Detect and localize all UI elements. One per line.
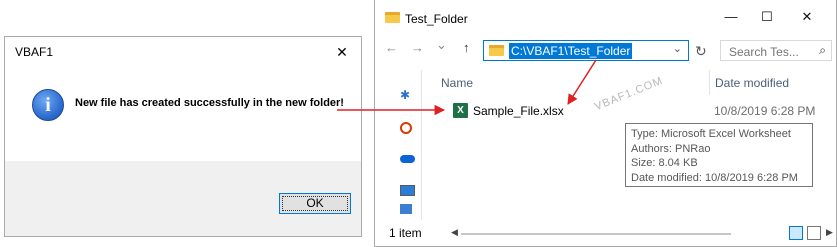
- ok-button[interactable]: OK: [279, 193, 351, 214]
- tooltip-size: Size: 8.04 KB: [631, 157, 698, 169]
- this-pc-icon[interactable]: [400, 185, 415, 196]
- folder-icon: [489, 45, 504, 56]
- file-row[interactable]: X Sample_File.xlsx 10/8/2019 6:28 PM: [451, 100, 836, 122]
- minimize-button[interactable]: —: [711, 4, 751, 30]
- scroll-right-icon[interactable]: ▶: [826, 227, 833, 238]
- forward-button[interactable]: →: [411, 40, 424, 55]
- message-box-titlebar: VBAF1 ✕: [5, 37, 361, 67]
- column-divider[interactable]: [709, 70, 710, 95]
- network-icon[interactable]: [400, 204, 412, 214]
- search-icon: ⌕: [819, 43, 826, 57]
- file-info-tooltip: Type: Microsoft Excel Worksheet Authors:…: [625, 123, 813, 187]
- message-box-footer: OK: [5, 161, 361, 236]
- tooltip-type: Type: Microsoft Excel Worksheet: [631, 128, 791, 140]
- large-icons-view-icon[interactable]: [807, 226, 821, 240]
- message-text: New file has created successfully in the…: [75, 97, 344, 109]
- close-icon[interactable]: ✕: [327, 37, 357, 67]
- file-date-modified: 10/8/2019 6:28 PM: [714, 104, 816, 118]
- message-box-dialog: VBAF1 ✕ i New file has created successfu…: [4, 36, 362, 237]
- window-title: Test_Folder: [405, 12, 468, 26]
- horizontal-scrollbar[interactable]: ◀ ▶: [451, 227, 836, 241]
- search-box[interactable]: ⌕: [720, 40, 832, 61]
- navigation-pane: ✱: [375, 70, 422, 220]
- back-button[interactable]: ←: [385, 40, 398, 55]
- quick-access-pin-icon[interactable]: ✱: [400, 88, 410, 102]
- tooltip-authors: Authors: PNRao: [631, 142, 711, 155]
- column-header-date-modified[interactable]: Date modified: [715, 76, 789, 90]
- folder-icon: [385, 12, 400, 23]
- refresh-button[interactable]: ↻: [695, 43, 707, 60]
- file-name[interactable]: Sample_File.xlsx: [473, 104, 564, 118]
- search-input[interactable]: [727, 42, 803, 61]
- scrollbar-thumb[interactable]: [461, 233, 731, 235]
- column-header-name[interactable]: Name: [441, 76, 473, 90]
- address-path[interactable]: C:\VBAF1\Test_Folder: [509, 43, 633, 59]
- status-item-count: 1 item: [389, 226, 422, 240]
- scroll-left-icon[interactable]: ◀: [451, 227, 458, 238]
- excel-file-icon: X: [453, 103, 468, 118]
- message-box-title: VBAF1: [15, 45, 54, 59]
- creative-cloud-icon[interactable]: [400, 122, 412, 134]
- onedrive-icon[interactable]: [400, 155, 415, 163]
- info-icon: i: [32, 89, 64, 121]
- close-button[interactable]: ✕: [787, 4, 827, 30]
- tooltip-date: Date modified: 10/8/2019 6:28 PM: [631, 171, 798, 184]
- explorer-titlebar: Test_Folder — ☐ ✕: [375, 0, 836, 34]
- explorer-window: Test_Folder — ☐ ✕ ← → ⌄ ↑ C:\VBAF1\Test_…: [374, 0, 837, 247]
- navigation-bar: ← → ⌄ ↑ C:\VBAF1\Test_Folder ⌄ ↻ ⌕: [375, 36, 836, 66]
- message-box-body: i New file has created successfully in t…: [5, 67, 361, 161]
- details-view-icon[interactable]: [789, 226, 803, 240]
- recent-locations-button[interactable]: ⌄: [436, 37, 447, 53]
- maximize-button[interactable]: ☐: [747, 4, 787, 30]
- chevron-down-icon[interactable]: ⌄: [673, 42, 682, 55]
- address-bar[interactable]: C:\VBAF1\Test_Folder ⌄: [483, 40, 689, 61]
- up-button[interactable]: ↑: [463, 40, 470, 55]
